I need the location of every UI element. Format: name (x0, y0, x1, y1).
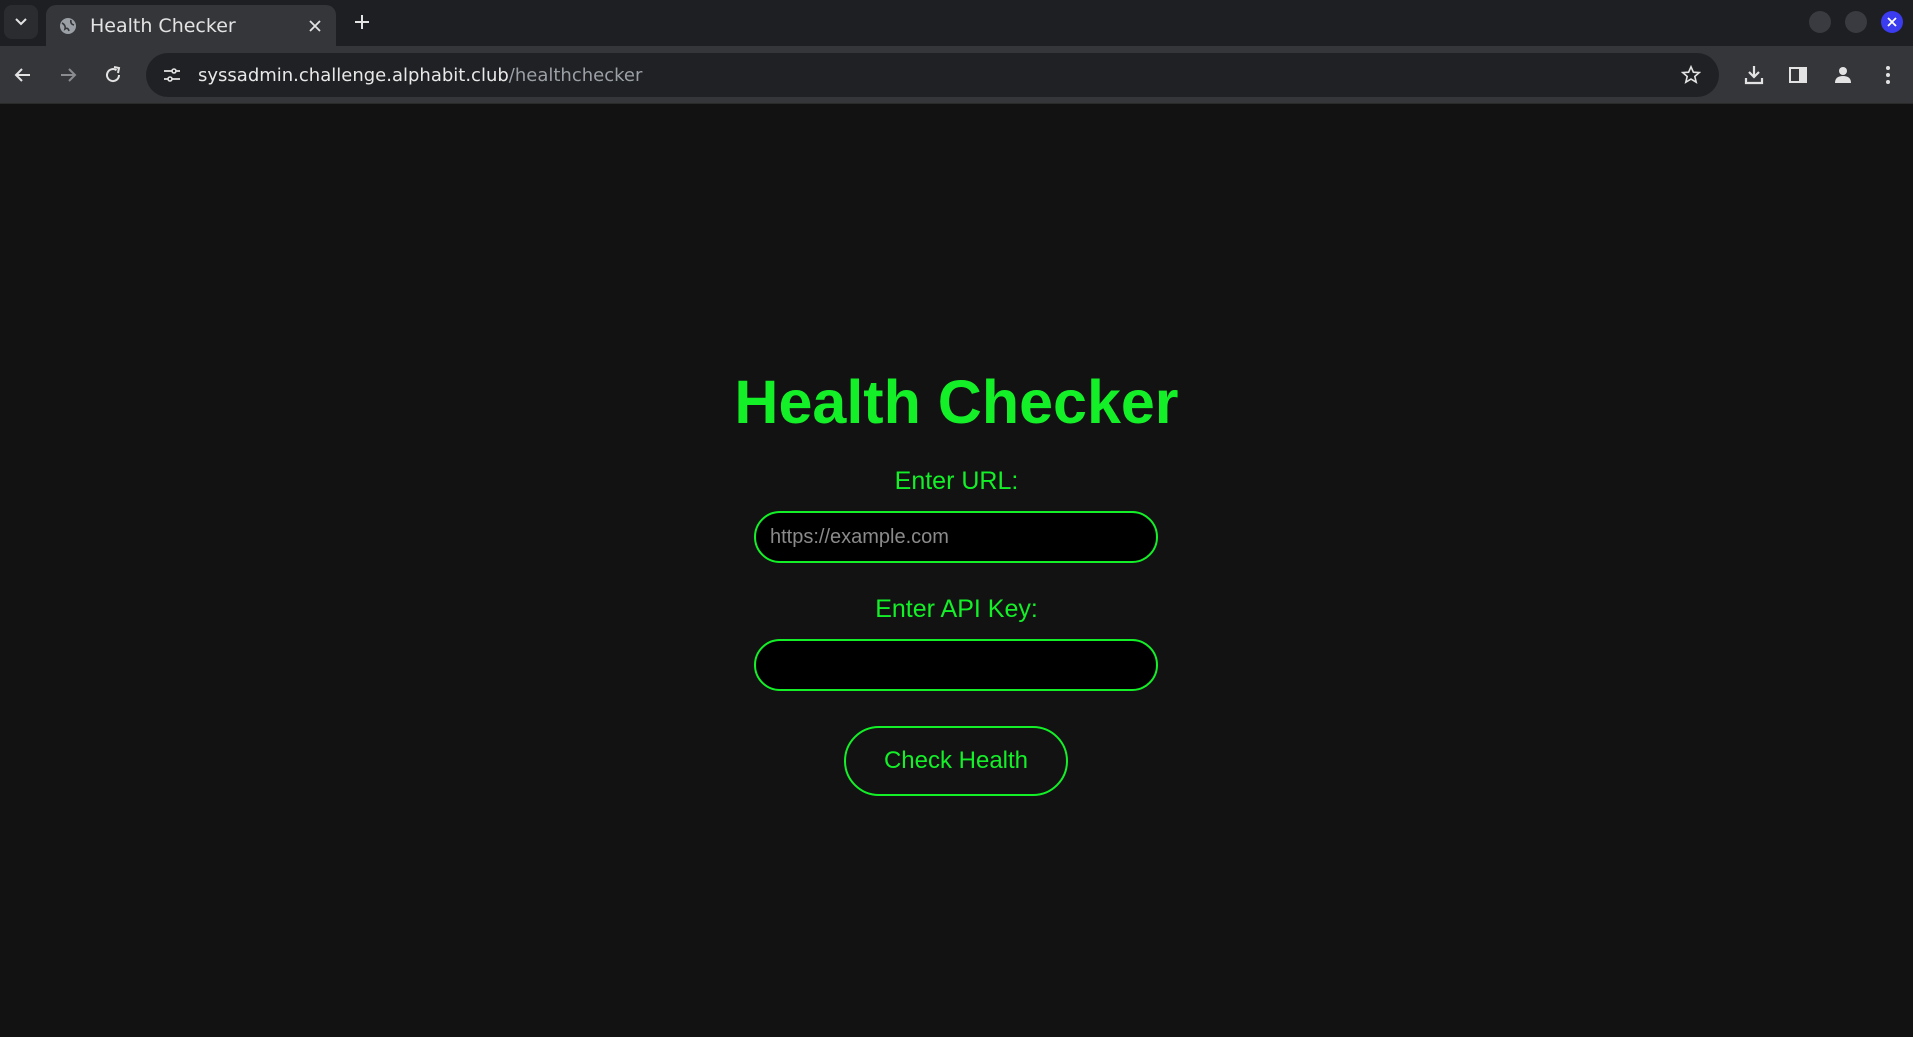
arrow-right-icon (61, 68, 77, 82)
url-label: Enter URL: (894, 467, 1019, 495)
address-bar[interactable]: syssadmin.challenge.alphabit.club/health… (146, 53, 1719, 97)
window-controls (1809, 11, 1903, 33)
site-info-button[interactable] (154, 57, 190, 93)
browser-tab[interactable]: Health Checker (46, 5, 336, 46)
new-tab-button[interactable] (348, 8, 376, 36)
page-title: Health Checker (734, 368, 1179, 436)
browser-toolbar: syssadmin.challenge.alphabit.club/health… (0, 46, 1913, 104)
check-health-button[interactable]: Check Health (844, 726, 1068, 796)
reload-icon (106, 66, 121, 83)
api-key-label: Enter API Key: (875, 595, 1038, 623)
window-close-button[interactable] (1881, 11, 1903, 33)
reload-button[interactable] (98, 60, 128, 90)
tab-strip: Health Checker (0, 0, 1913, 46)
url-host: syssadmin.challenge.alphabit.club (198, 64, 509, 86)
maximize-button[interactable] (1845, 11, 1867, 33)
kebab-menu-icon (1886, 66, 1890, 84)
forward-button[interactable] (53, 60, 83, 90)
plus-icon (355, 15, 369, 29)
close-icon (1887, 17, 1897, 27)
url-text: syssadmin.challenge.alphabit.club/health… (198, 65, 642, 86)
url-path: /healthchecker (508, 64, 643, 86)
download-icon (1744, 66, 1764, 85)
page-content: Health Checker Enter URL: Enter API Key:… (0, 105, 1913, 1037)
tab-title: Health Checker (90, 14, 236, 37)
close-icon[interactable] (304, 15, 326, 37)
side-panel-button[interactable] (1783, 60, 1813, 90)
downloads-button[interactable] (1739, 60, 1769, 90)
bookmark-button[interactable] (1677, 61, 1705, 89)
url-input[interactable] (754, 511, 1158, 563)
tab-search-button[interactable] (4, 5, 38, 39)
profile-button[interactable] (1828, 60, 1858, 90)
browser-menu-button[interactable] (1873, 60, 1903, 90)
chevron-down-icon (15, 18, 27, 26)
tune-icon (164, 68, 180, 82)
side-panel-icon (1789, 67, 1807, 83)
api-key-input[interactable] (754, 639, 1158, 691)
person-icon (1835, 67, 1851, 83)
arrow-left-icon (14, 68, 30, 82)
back-button[interactable] (8, 60, 38, 90)
star-icon (1681, 65, 1701, 84)
minimize-button[interactable] (1809, 11, 1831, 33)
globe-icon (58, 16, 78, 36)
